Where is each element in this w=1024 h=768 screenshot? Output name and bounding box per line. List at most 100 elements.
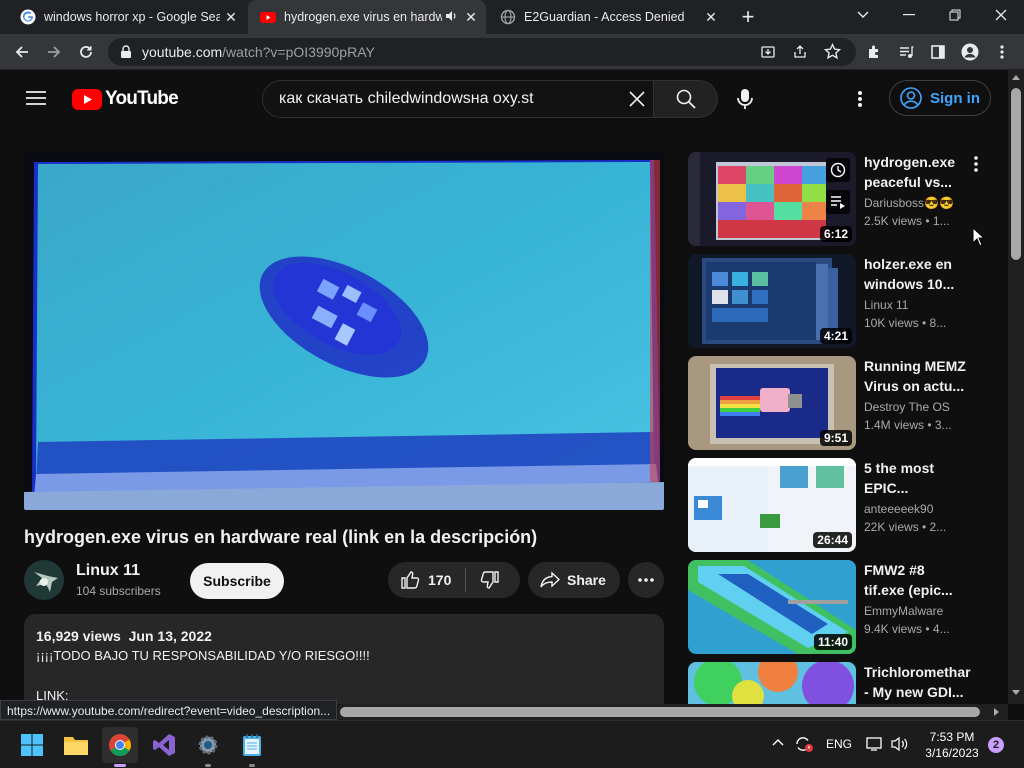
related-meta: 9.4K views • 4...	[864, 622, 950, 636]
taskbar: ENG 7:53 PM 3/16/2023 2	[0, 720, 1024, 768]
video-thumbnail[interactable]: 6:12	[688, 152, 856, 246]
new-tab-button[interactable]: +	[736, 4, 760, 29]
volume-icon[interactable]	[890, 736, 910, 752]
video-thumbnail[interactable]: 26:44	[688, 458, 856, 552]
description-box[interactable]: 16,929 views Jun 13, 2022 ¡¡¡¡TODO BAJO …	[24, 614, 664, 714]
chrome-menu-icon[interactable]	[988, 38, 1016, 66]
like-button[interactable]	[400, 570, 420, 590]
video-thumbnail[interactable]: 9:51	[688, 356, 856, 450]
media-control-icon[interactable]	[892, 38, 920, 66]
scroll-up-icon[interactable]	[1012, 74, 1020, 80]
restore-button[interactable]	[932, 0, 978, 30]
notepad-icon[interactable]	[234, 727, 270, 767]
close-tab-icon[interactable]: ✕	[222, 8, 240, 26]
tab-search-icon[interactable]	[840, 0, 886, 30]
notification-badge[interactable]: 2	[988, 737, 1004, 753]
subscribe-button[interactable]: Subscribe	[190, 563, 284, 599]
extensions-icon[interactable]	[860, 38, 888, 66]
running-app-indicator	[205, 764, 211, 767]
tab-e2guardian[interactable]: E2Guardian - Access Denied ✕	[488, 0, 726, 34]
address-bar[interactable]: youtube.com/watch?v=pOI3990pRAY	[108, 38, 856, 66]
clock-date: 3/16/2023	[925, 746, 979, 760]
share-icon[interactable]	[792, 44, 808, 60]
channel-name[interactable]: Linux 11	[76, 562, 140, 580]
reload-button[interactable]	[72, 38, 100, 66]
more-horizontal-icon	[638, 578, 654, 582]
back-button[interactable]	[8, 38, 36, 66]
more-vertical-icon[interactable]	[974, 156, 978, 172]
lock-icon[interactable]	[120, 45, 132, 59]
related-title[interactable]: Trichloromethar - My new GDI...	[864, 662, 971, 702]
video-player[interactable]	[24, 152, 664, 510]
close-tab-icon[interactable]: ✕	[702, 8, 720, 26]
file-explorer-icon[interactable]	[58, 727, 94, 763]
sign-in-button[interactable]: Sign in	[889, 80, 991, 116]
sync-update-icon[interactable]	[794, 735, 814, 753]
related-title[interactable]: 5 the most EPIC...	[864, 458, 966, 498]
hamburger-menu-icon[interactable]	[26, 90, 46, 106]
search-box: как скачать chiledwindowsна oxy.st	[262, 80, 654, 118]
related-video[interactable]: 26:44 5 the most EPIC... anteeeeek90 22K…	[688, 458, 988, 552]
youtube-logo-text: YouTube	[105, 88, 179, 109]
tab-youtube-video[interactable]: hydrogen.exe virus en hardw ✕	[248, 0, 486, 34]
bookmark-star-icon[interactable]	[824, 43, 841, 60]
video-duration: 4:21	[819, 328, 852, 344]
install-app-icon[interactable]	[760, 44, 776, 60]
scroll-down-icon[interactable]	[1012, 690, 1020, 696]
related-channel: EmmyMalware	[864, 604, 944, 618]
share-label: Share	[567, 572, 606, 588]
profile-icon[interactable]	[956, 38, 984, 66]
related-title[interactable]: hydrogen.exe peaceful vs...	[864, 152, 966, 192]
tab-google-search[interactable]: windows horror xp - Google Sear ✕	[8, 0, 246, 34]
clear-search-icon[interactable]	[629, 91, 645, 107]
related-video[interactable]: 6:12 hydrogen.exe peaceful vs... Dariusb…	[688, 152, 988, 246]
settings-gear-icon[interactable]	[190, 727, 226, 767]
channel-avatar[interactable]	[24, 560, 64, 600]
vertical-scrollbar[interactable]	[1008, 70, 1024, 704]
video-thumbnail[interactable]: 11:40	[688, 560, 856, 654]
chrome-taskbar-icon[interactable]	[102, 727, 138, 767]
network-icon[interactable]	[866, 736, 884, 752]
related-meta: 22K views • 2...	[864, 520, 947, 534]
close-tab-icon[interactable]: ✕	[462, 8, 480, 26]
add-to-queue-icon[interactable]	[826, 190, 850, 214]
minimize-button[interactable]	[886, 0, 932, 30]
like-count: 170	[428, 572, 452, 588]
horizontal-scroll-thumb[interactable]	[340, 707, 980, 717]
voice-search-icon[interactable]	[736, 87, 754, 111]
search-button[interactable]	[654, 80, 718, 118]
scroll-right-icon[interactable]	[994, 708, 1000, 716]
url-text: youtube.com/watch?v=pOI3990pRAY	[142, 44, 375, 60]
forward-button[interactable]	[40, 38, 68, 66]
clock[interactable]: 7:53 PM 3/16/2023	[924, 729, 980, 761]
search-input[interactable]: как скачать chiledwindowsна oxy.st	[279, 90, 534, 108]
visual-studio-icon[interactable]	[146, 727, 182, 763]
related-title[interactable]: FMW2 #8 tif.exe (epic...	[864, 560, 966, 600]
show-hidden-icons-icon[interactable]	[772, 738, 784, 746]
related-video[interactable]: 4:21 holzer.exe en windows 10... Linux 1…	[688, 254, 988, 348]
youtube-logo[interactable]: YouTube	[72, 88, 179, 110]
speaker-icon[interactable]	[444, 9, 458, 23]
close-window-button[interactable]	[978, 0, 1024, 30]
status-bar-url: https://www.youtube.com/redirect?event=v…	[0, 700, 338, 720]
settings-more-icon[interactable]	[858, 90, 862, 108]
side-panel-icon[interactable]	[924, 38, 952, 66]
related-video[interactable]: 11:40 FMW2 #8 tif.exe (epic... EmmyMalwa…	[688, 560, 988, 654]
vertical-scroll-thumb[interactable]	[1011, 88, 1021, 260]
share-arrow-icon	[540, 571, 560, 589]
watch-later-icon[interactable]	[826, 158, 850, 182]
related-video[interactable]: 9:51 Running MEMZ Virus on actu... Destr…	[688, 356, 988, 450]
tab-title: hydrogen.exe virus en hardw	[284, 10, 442, 24]
dislike-button[interactable]	[480, 570, 500, 590]
related-video[interactable]: Trichloromethar - My new GDI...	[688, 662, 988, 704]
video-thumbnail[interactable]: 4:21	[688, 254, 856, 348]
related-channel: Linux 11	[864, 298, 909, 312]
related-title[interactable]: holzer.exe en windows 10...	[864, 254, 966, 294]
video-thumbnail[interactable]	[688, 662, 856, 704]
thumbs-down-icon	[481, 571, 500, 589]
related-title[interactable]: Running MEMZ Virus on actu...	[864, 356, 966, 396]
start-button[interactable]	[14, 727, 50, 763]
language-indicator[interactable]: ENG	[826, 737, 852, 751]
more-actions-button[interactable]	[628, 562, 664, 598]
share-button[interactable]: Share	[528, 562, 620, 598]
